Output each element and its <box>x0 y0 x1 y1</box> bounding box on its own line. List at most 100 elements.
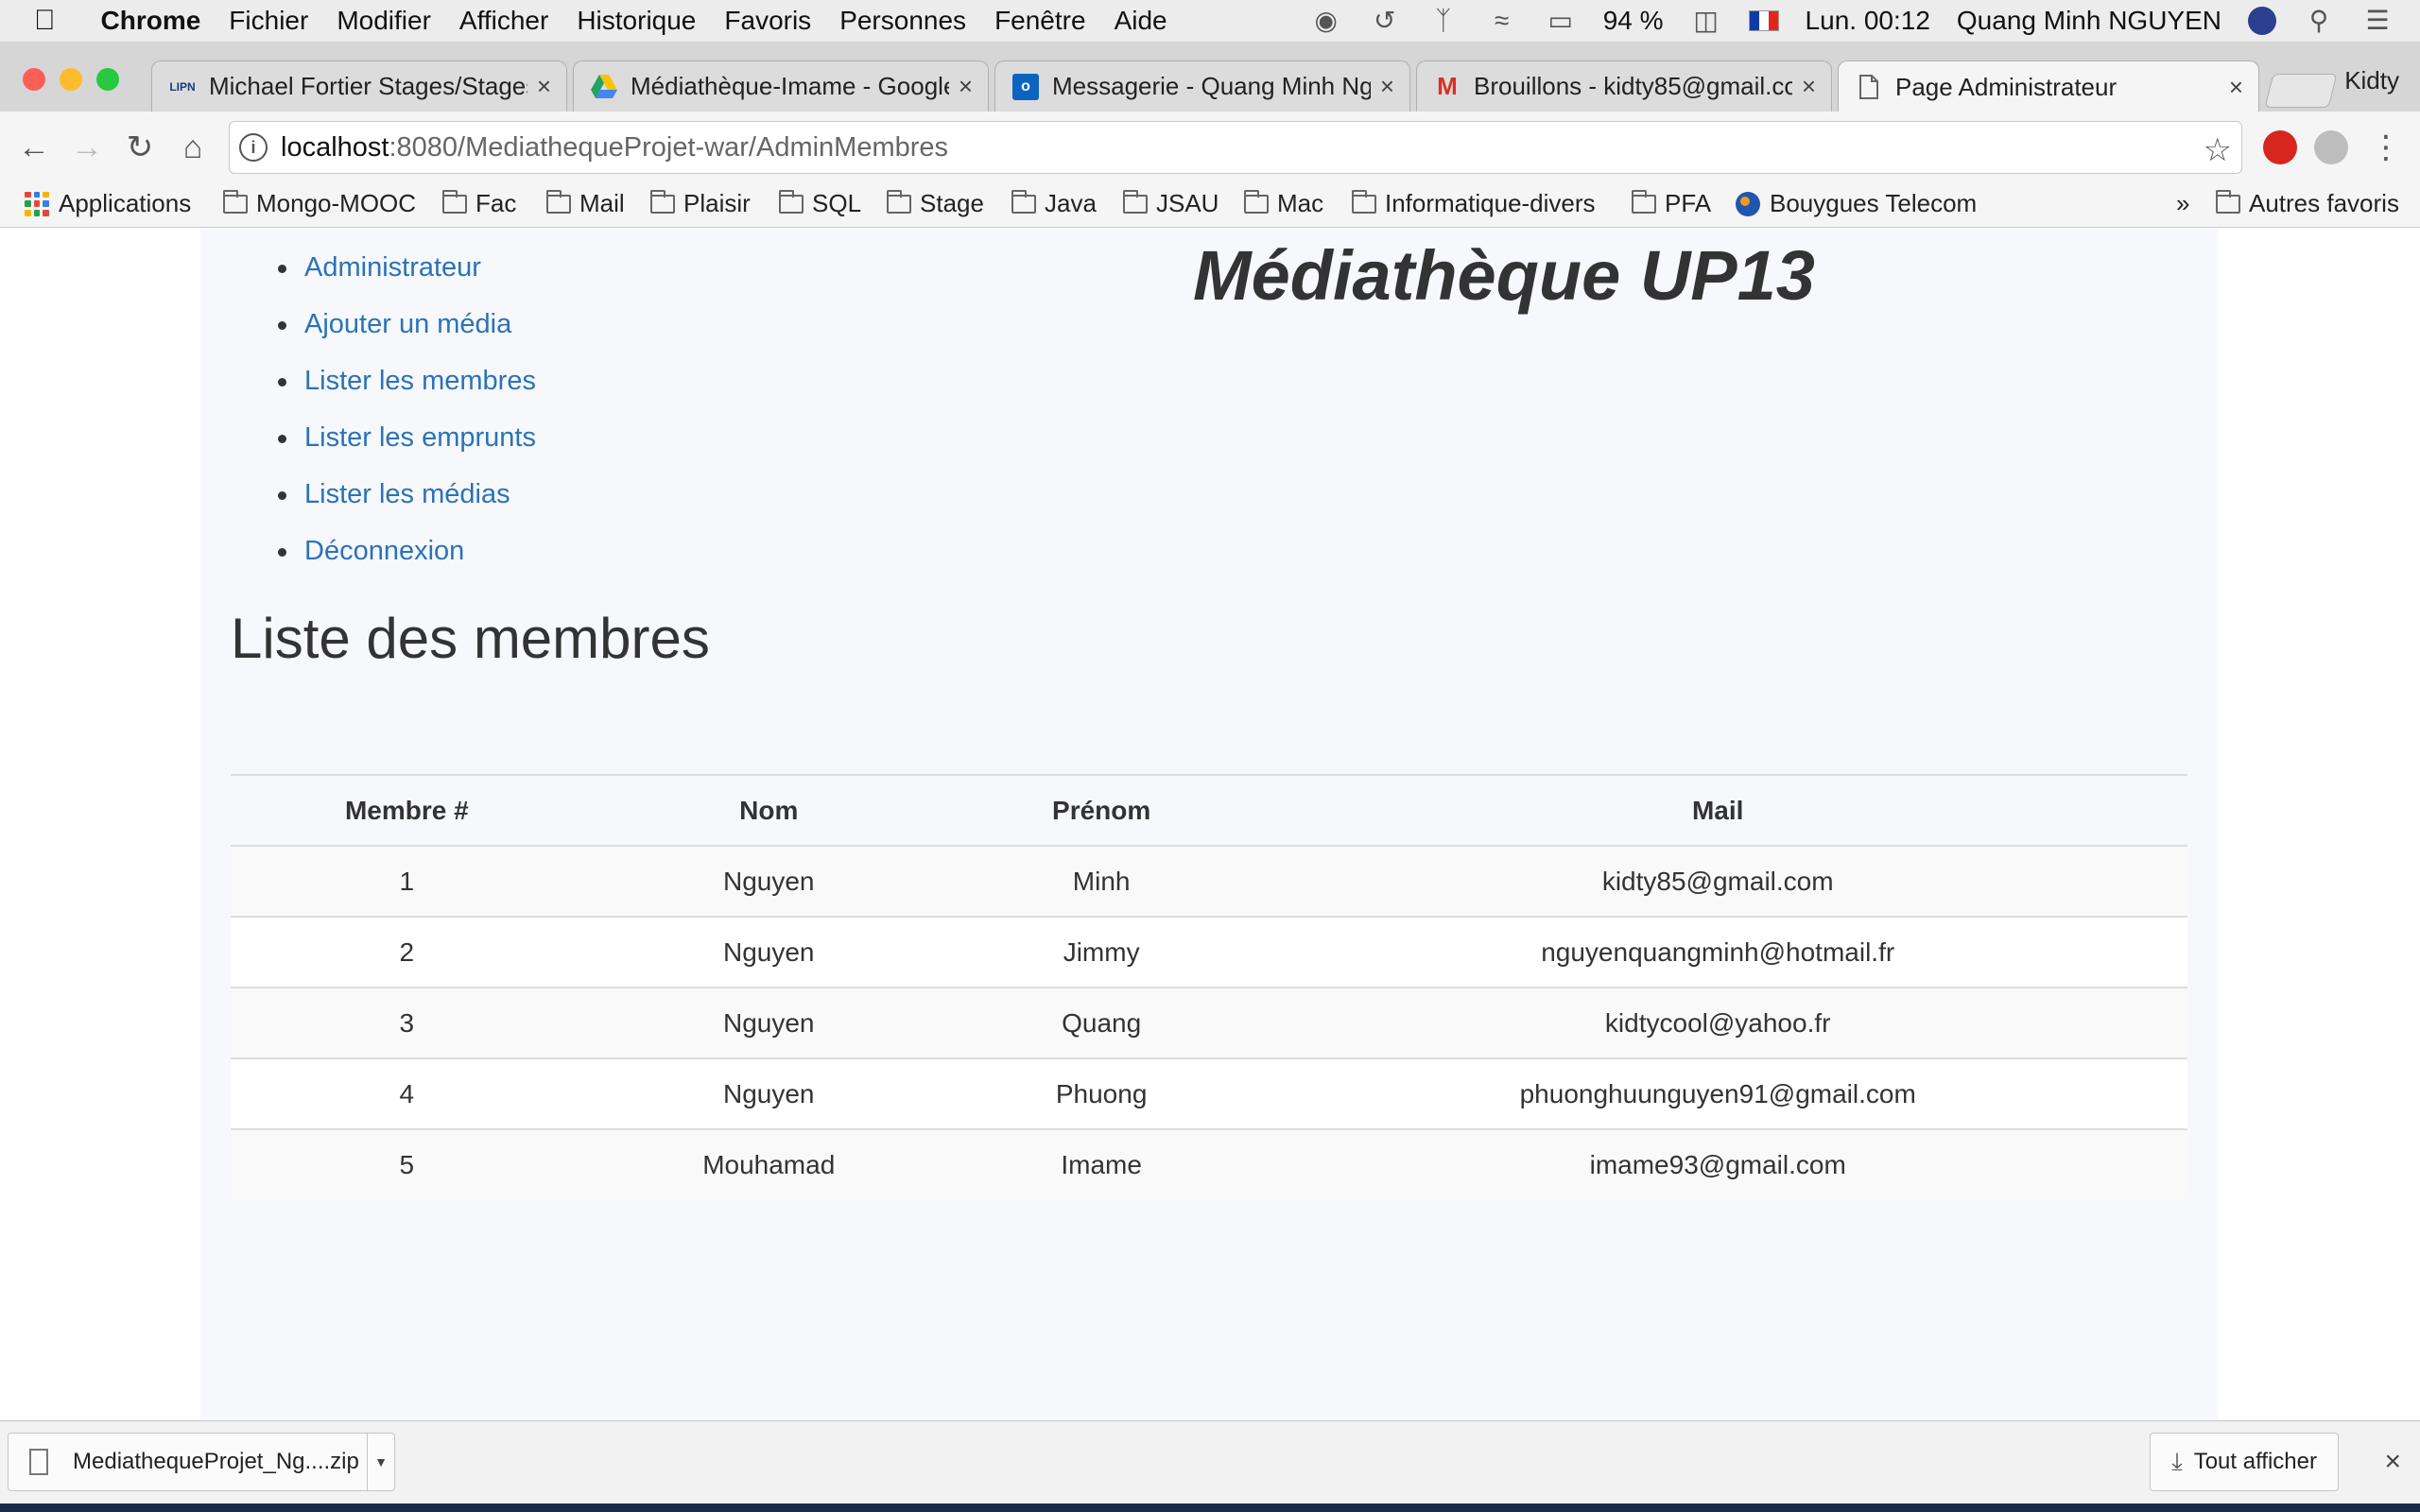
menu-modifier[interactable]: Modifier <box>337 6 431 36</box>
file-icon <box>29 1449 48 1475</box>
notification-center-icon[interactable]: ☰ <box>2361 5 2394 37</box>
tab-brouillons-gmail[interactable]: M Brouillons - kidty85@gmail.co × <box>1416 60 1832 112</box>
wifi-icon[interactable]: ≈ <box>1486 5 1518 37</box>
bookmark-label: Java <box>1045 189 1097 217</box>
forward-arrow-icon[interactable]: → <box>68 129 106 166</box>
tab-title: Messagerie - Quang Minh Ngu <box>1052 72 1371 100</box>
battery-percentage[interactable]: 94 % <box>1603 6 1664 36</box>
tab-mediatheque-imame-google[interactable]: Médiathèque-Imame - Google × <box>573 60 989 112</box>
bookmark-bouygues-telecom[interactable]: Bouygues Telecom <box>1736 189 1977 218</box>
new-tab-button[interactable] <box>2264 74 2338 108</box>
nav-link-lister-medias[interactable]: Lister les médias <box>304 479 510 509</box>
site-info-icon[interactable]: i <box>239 133 268 162</box>
nav-link-ajouter-media[interactable]: Ajouter un média <box>304 309 511 339</box>
bookmarks-overflow-chevron-icon[interactable]: » <box>2176 189 2189 218</box>
cell-nom: Nguyen <box>722 866 815 896</box>
back-arrow-icon[interactable]: ← <box>15 129 53 166</box>
menu-fenetre[interactable]: Fenêtre <box>994 6 1086 36</box>
bookmark-label: Stage <box>920 189 984 217</box>
bookmark-folder-stage[interactable]: Stage <box>887 189 984 218</box>
bookmark-folder-mac[interactable]: Mac <box>1244 189 1323 218</box>
bookmark-label: Bouygues Telecom <box>1770 189 1978 217</box>
bouygues-telecom-icon <box>1736 191 1760 216</box>
vpn-status-icon[interactable]: ◉ <box>1310 5 1342 37</box>
bookmark-folder-mail[interactable]: Mail <box>546 189 625 218</box>
url-host: localhost <box>281 131 389 163</box>
bookmark-folder-mongo-mooc[interactable]: Mongo-MOOC <box>223 189 416 218</box>
menu-afficher[interactable]: Afficher <box>459 6 548 36</box>
column-header-nom: Nom <box>582 774 955 847</box>
cell-mail: phuonghuunguyen91@gmail.com <box>1248 1057 2187 1129</box>
tab-close-icon[interactable]: × <box>537 72 551 101</box>
bookmark-label: Mac <box>1277 189 1324 217</box>
bookmark-label: Plaisir <box>683 189 751 217</box>
address-bar[interactable]: i localhost:8080/MediathequeProjet-war/A… <box>229 121 2242 174</box>
google-drive-icon <box>591 74 617 100</box>
tab-michael-fortier-stages[interactable]: LIPN Michael Fortier Stages/Stages × <box>151 60 567 112</box>
chrome-menu-icon[interactable]: ⋮ <box>2367 129 2405 166</box>
bookmark-folder-sql[interactable]: SQL <box>779 189 861 218</box>
tab-close-icon[interactable]: × <box>1802 72 1816 101</box>
nav-link-lister-membres[interactable]: Lister les membres <box>304 366 536 396</box>
tab-close-icon[interactable]: × <box>1380 72 1394 101</box>
siri-icon[interactable] <box>2248 7 2276 35</box>
menubar-user-name[interactable]: Quang Minh NGUYEN <box>1957 6 2221 36</box>
tab-title: Michael Fortier Stages/Stages <box>209 72 527 100</box>
bookmark-folder-java[interactable]: Java <box>1011 189 1097 218</box>
window-minimize-button[interactable] <box>60 68 82 91</box>
home-icon[interactable]: ⌂ <box>174 129 212 166</box>
bluetooth-icon[interactable]: ᛉ <box>1427 5 1460 37</box>
app-menu-chrome[interactable]: Chrome <box>101 6 201 36</box>
column-header-mail: Mail <box>1248 774 2187 847</box>
french-flag-input-icon[interactable] <box>1748 10 1779 31</box>
cell-mail: kidty85@gmail.com <box>1601 866 1834 896</box>
bookmark-applications[interactable]: Applications <box>25 189 191 218</box>
menu-fichier[interactable]: Fichier <box>229 6 308 36</box>
menu-personnes[interactable]: Personnes <box>839 6 966 36</box>
time-machine-icon[interactable]: ↺ <box>1369 5 1401 37</box>
bookmark-folder-jsau[interactable]: JSAU <box>1123 189 1219 218</box>
menu-historique[interactable]: Historique <box>577 6 696 36</box>
cell-nom: Nguyen <box>582 987 955 1058</box>
close-download-shelf-icon[interactable]: × <box>2384 1446 2401 1478</box>
tab-title: Médiathèque-Imame - Google <box>631 72 949 100</box>
cell-member-number: 3 <box>231 987 583 1058</box>
cell-mail: nguyenquangminh@hotmail.fr <box>1248 916 2187 988</box>
menubar-clock[interactable]: Lun. 00:12 <box>1806 6 1930 36</box>
bookmark-label: JSAU <box>1156 189 1219 217</box>
menu-aide[interactable]: Aide <box>1115 6 1167 36</box>
window-close-button[interactable] <box>23 68 45 91</box>
tab-close-icon[interactable]: × <box>959 72 973 101</box>
cell-member-number: 5 <box>231 1128 583 1199</box>
tab-close-icon[interactable]: × <box>2229 73 2243 102</box>
tab-messagerie-outlook[interactable]: o Messagerie - Quang Minh Ngu × <box>994 60 1410 112</box>
nav-link-deconnexion[interactable]: Déconnexion <box>304 536 464 566</box>
spotlight-search-icon[interactable]: ⚲ <box>2303 5 2335 37</box>
download-menu-chevron-icon[interactable]: ▼ <box>367 1434 394 1490</box>
download-item[interactable]: MediathequeProjet_Ng....zip ▼ <box>8 1433 395 1491</box>
cell-prenom: Quang <box>954 987 1249 1058</box>
bookmark-label: Applications <box>59 189 192 217</box>
bookmark-folder-informatique-divers[interactable]: Informatique-divers <box>1352 189 1596 218</box>
battery-icon[interactable]: ◫ <box>1690 5 1722 37</box>
apple-menu-icon[interactable]:  <box>34 5 56 37</box>
airplay-icon[interactable]: ▭ <box>1545 5 1577 37</box>
folder-icon <box>1632 189 1656 214</box>
reload-icon[interactable]: ↻ <box>121 129 159 166</box>
menu-favoris[interactable]: Favoris <box>724 6 811 36</box>
adblock-extension-icon[interactable] <box>2263 130 2297 164</box>
show-all-downloads-button[interactable]: ⤓ Tout afficher <box>2150 1433 2339 1491</box>
bookmark-label: Autres favoris <box>2249 189 2399 217</box>
window-zoom-button[interactable] <box>96 68 119 91</box>
bookmark-folder-autres-favoris[interactable]: Autres favoris <box>2216 189 2399 218</box>
nav-link-lister-emprunts[interactable]: Lister les emprunts <box>304 422 536 453</box>
bookmark-star-icon[interactable]: ☆ <box>2204 131 2232 169</box>
bookmark-folder-fac[interactable]: Fac <box>442 189 516 218</box>
bookmark-folder-plaisir[interactable]: Plaisir <box>650 189 751 218</box>
tab-page-administrateur[interactable]: Page Administrateur × <box>1838 60 2259 112</box>
bookmark-folder-pfa[interactable]: PFA <box>1632 189 1711 218</box>
nav-link-administrateur[interactable]: Administrateur <box>304 252 481 283</box>
bookmarks-bar: Applications Mongo-MOOC Fac Mail Plaisir… <box>0 183 2420 228</box>
google-drive-extension-icon[interactable] <box>2314 130 2348 164</box>
profile-name[interactable]: Kidty <box>2344 66 2399 95</box>
